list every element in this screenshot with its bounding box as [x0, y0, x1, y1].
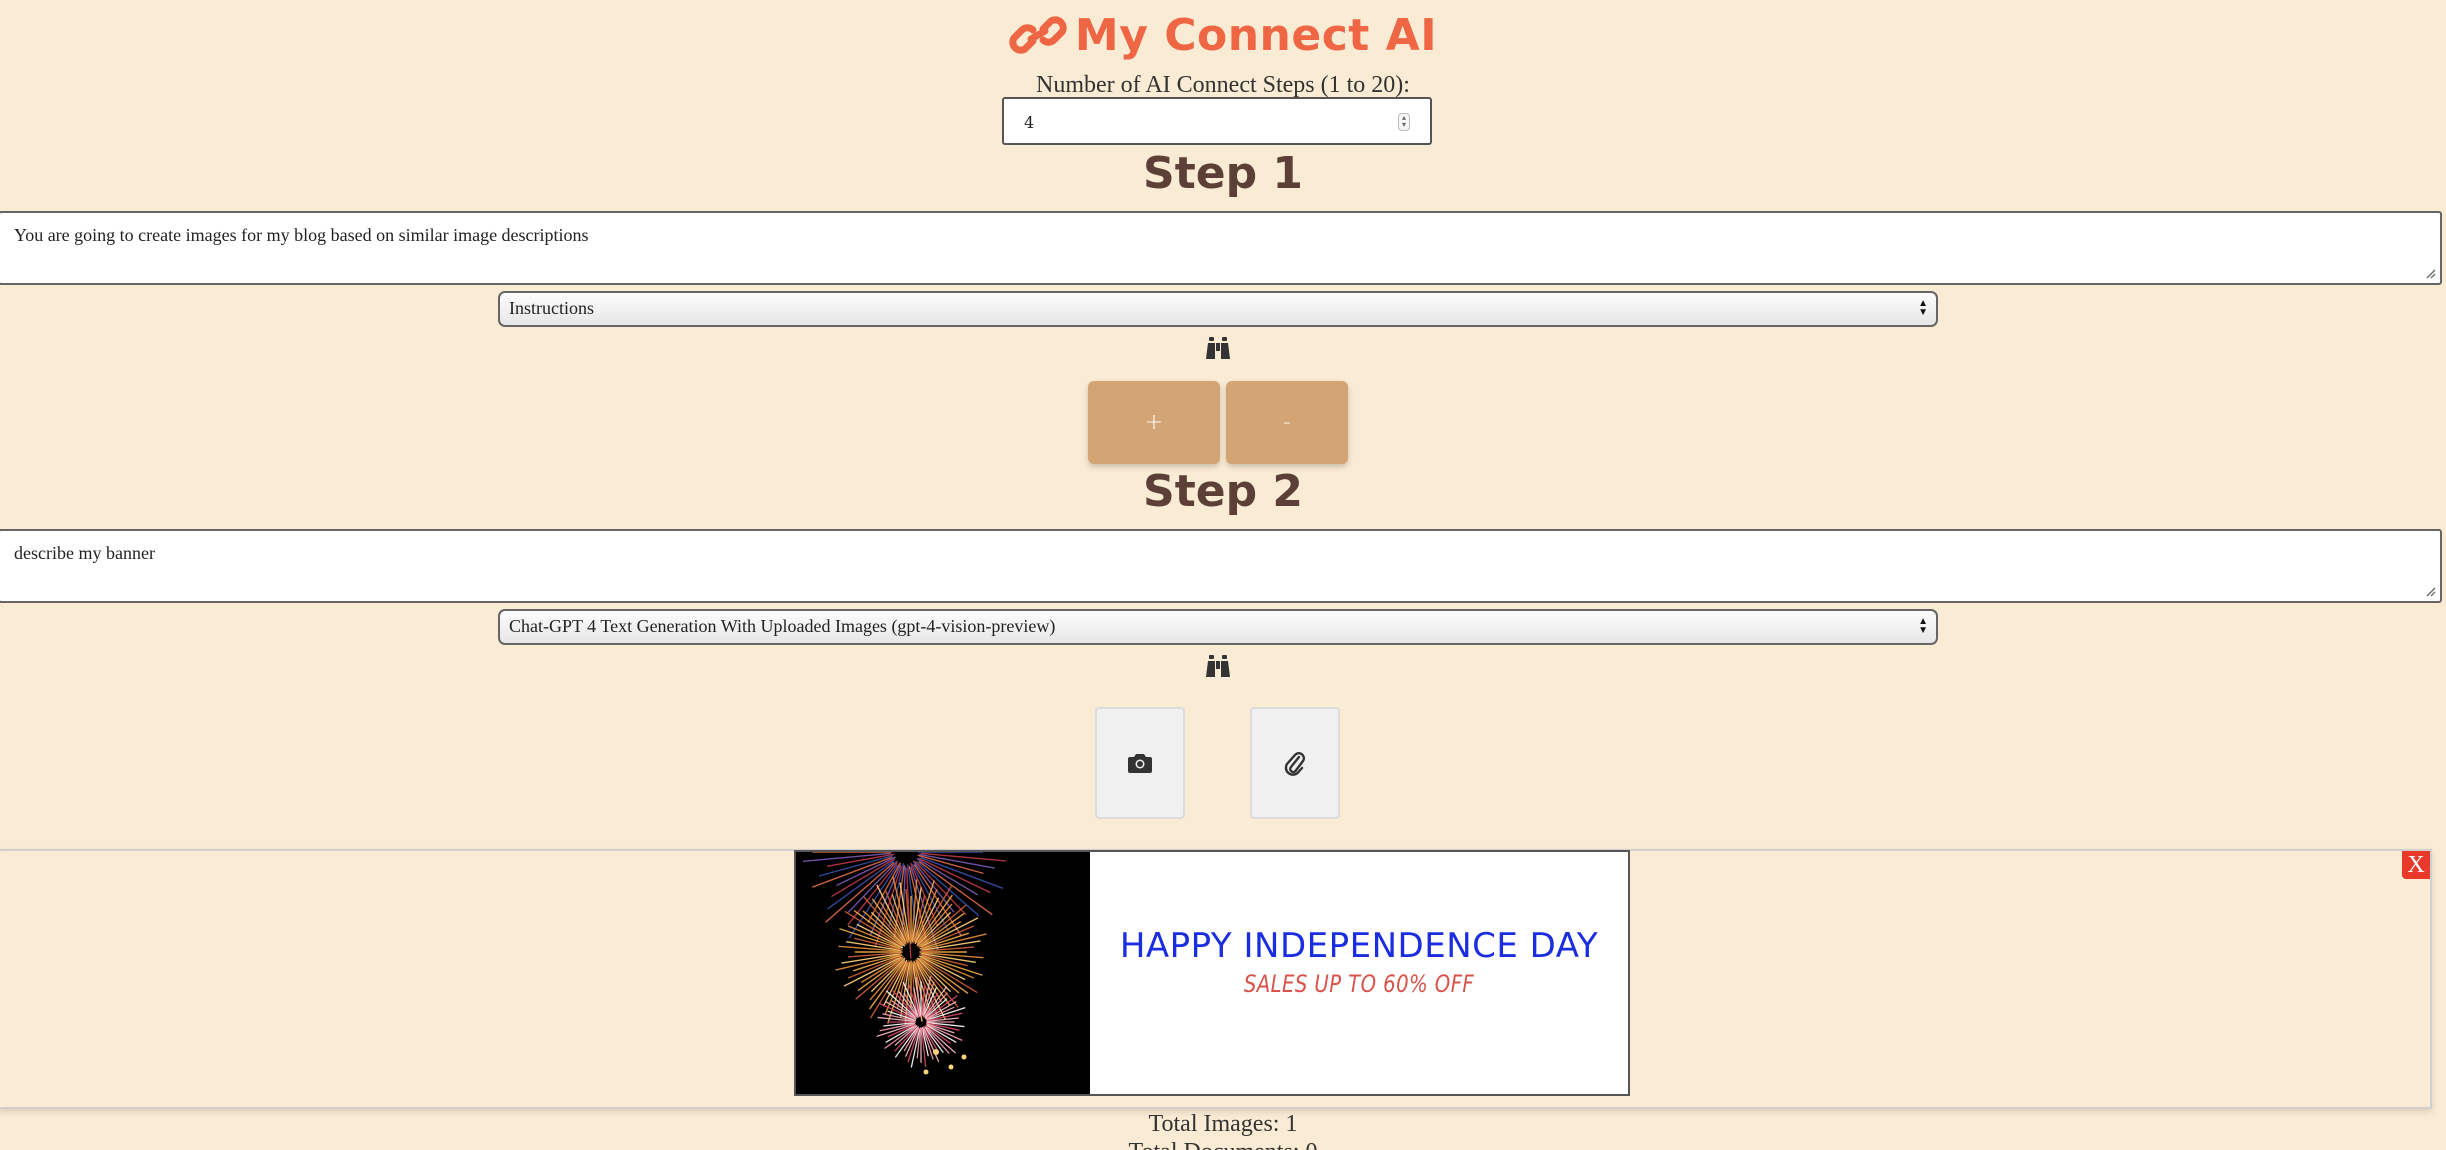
select-arrows-icon: ▲ ▼ — [1918, 298, 1928, 318]
fireworks-image — [796, 852, 1090, 1094]
app-title-text: My Connect AI — [1074, 10, 1438, 61]
step-1-model-selected: Instructions — [509, 298, 594, 318]
close-preview-button[interactable]: X — [2402, 851, 2430, 879]
binoculars-icon[interactable] — [1205, 337, 1231, 359]
resize-grip-icon[interactable] — [2424, 267, 2436, 279]
banner-headline: HAPPY INDEPENDENCE DAY — [1119, 926, 1599, 966]
step-2-prompt-textarea[interactable]: describe my banner — [0, 529, 2442, 603]
total-images-count: Total Images: 1 — [1148, 1111, 1298, 1137]
page: My Connect AI Number of AI Connect Steps… — [0, 0, 2446, 1150]
link-icon — [1009, 16, 1067, 54]
remove-step-button[interactable]: - — [1226, 381, 1348, 464]
step-1-heading: Step 1 — [1143, 148, 1303, 199]
paperclip-icon — [1284, 752, 1306, 776]
step-2-model-selected: Chat-GPT 4 Text Generation With Uploaded… — [509, 616, 1056, 636]
binoculars-icon[interactable] — [1205, 655, 1231, 677]
step-2-model-select[interactable]: Chat-GPT 4 Text Generation With Uploaded… — [498, 609, 1938, 645]
upload-image-button[interactable] — [1095, 707, 1185, 819]
total-documents-count: Total Documents: 0 — [0, 1138, 2446, 1150]
banner-subline: SALES UP TO 60% OFF — [1243, 970, 1475, 998]
number-spinner[interactable]: ▴ ▾ — [1398, 113, 1410, 131]
attach-document-button[interactable] — [1250, 707, 1340, 819]
select-arrows-icon: ▲ ▼ — [1918, 616, 1928, 636]
app-title: My Connect AI — [0, 4, 2446, 68]
step-1-prompt-textarea[interactable]: You are going to create images for my bl… — [0, 211, 2442, 285]
resize-grip-icon[interactable] — [2424, 585, 2436, 597]
step-1-prompt-text: You are going to create images for my bl… — [14, 225, 589, 245]
step-1-model-select[interactable]: Instructions ▲ ▼ — [498, 291, 1938, 327]
step-2-prompt-text: describe my banner — [14, 543, 155, 563]
camera-icon — [1128, 754, 1152, 773]
step-2-heading: Step 2 — [1143, 466, 1303, 517]
add-step-button[interactable]: + — [1088, 381, 1220, 464]
uploaded-banner-image[interactable]: HAPPY INDEPENDENCE DAY SALES UP TO 60% O… — [794, 850, 1630, 1096]
steps-count-field[interactable]: ▴▾ — [1002, 97, 1432, 145]
steps-count-input[interactable] — [1004, 99, 1386, 145]
